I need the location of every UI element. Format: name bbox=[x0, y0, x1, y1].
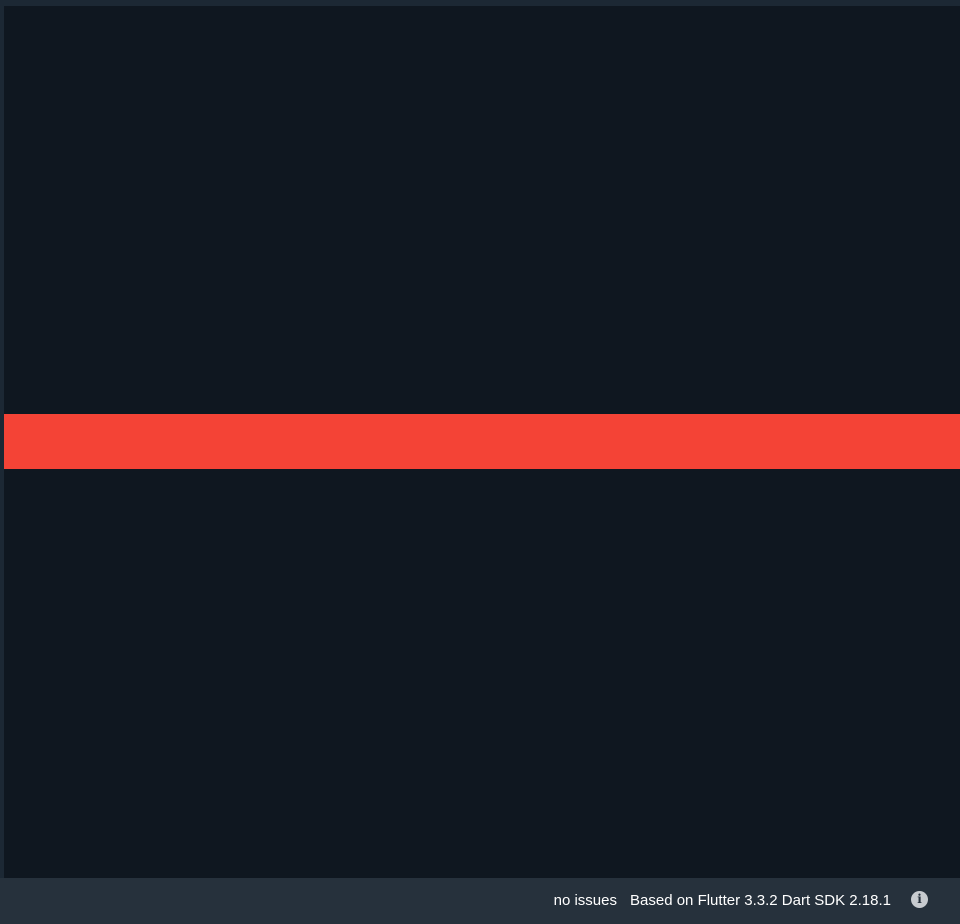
status-bar: no issues Based on Flutter 3.3.2 Dart SD… bbox=[0, 878, 960, 924]
info-icon[interactable]: i bbox=[911, 891, 928, 908]
issues-status[interactable]: no issues bbox=[554, 892, 617, 909]
red-container-bar bbox=[4, 414, 960, 469]
app-output-panel bbox=[4, 6, 960, 878]
sdk-version-label: Based on Flutter 3.3.2 Dart SDK 2.18.1 bbox=[630, 892, 891, 909]
